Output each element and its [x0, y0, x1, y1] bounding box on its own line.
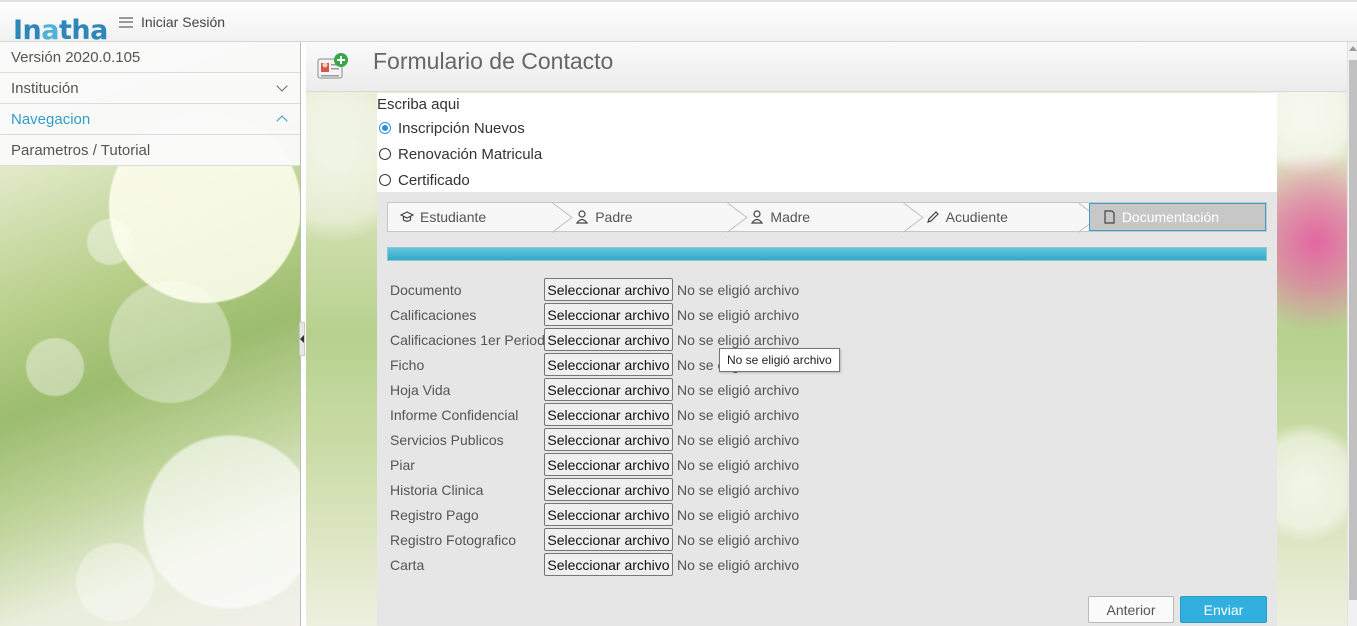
document-label: Servicios Publicos: [390, 431, 504, 448]
document-label: Historia Clinica: [390, 481, 484, 498]
select-file-button[interactable]: Seleccionar archivo: [544, 378, 673, 401]
file-status-text: No se eligió archivo: [677, 506, 800, 523]
select-file-button[interactable]: Seleccionar archivo: [544, 303, 673, 326]
file-status-text: No se eligió archivo: [677, 406, 800, 423]
file-status-text: No se eligió archivo: [677, 456, 800, 473]
file-status-text: No se eligió archivo: [677, 306, 800, 323]
sidebar-item-institucion[interactable]: Institución: [0, 73, 300, 104]
radio-label: Inscripción Nuevos: [398, 119, 525, 137]
document-upload-row: Registro Fotografico Seleccionar archivo N…: [390, 527, 799, 552]
wizard-step-label: Madre: [770, 209, 811, 225]
documents-form-panel: Estudiante Padre Madre Acudiente Documen…: [377, 192, 1277, 626]
sidebar-item-label: Versión 2020.0.105: [11, 48, 141, 66]
select-file-button[interactable]: Seleccionar archivo: [544, 403, 673, 426]
document-label: Ficho: [390, 356, 425, 373]
wizard-steps: Estudiante Padre Madre Acudiente Documen…: [387, 202, 1267, 232]
user-icon: [576, 210, 589, 224]
radio-option-inscripcion[interactable]: Inscripción Nuevos: [379, 115, 1277, 141]
select-file-button[interactable]: Seleccionar archivo: [544, 553, 673, 576]
chevron-down-icon: [276, 80, 288, 92]
document-icon: [1104, 210, 1115, 224]
select-file-button[interactable]: Seleccionar archivo: [544, 453, 673, 476]
select-file-button[interactable]: Seleccionar archivo: [544, 278, 673, 301]
file-status-text: No se eligió archivo: [677, 281, 800, 298]
document-upload-row: Carta Seleccionar archivo No se eligió arc…: [390, 552, 799, 577]
file-input-tooltip: No se eligió archivo: [719, 348, 840, 372]
radio-button[interactable]: [379, 122, 391, 134]
file-status-text: No se eligió archivo: [677, 381, 800, 398]
page-header: Formulario de Contacto: [306, 42, 1347, 92]
document-upload-row: Informe Confidencial Seleccionar archivo N…: [390, 402, 799, 427]
document-upload-row: Registro Pago Seleccionar archivo No se el…: [390, 502, 799, 527]
document-label: Calificaciones: [390, 306, 477, 323]
select-file-button[interactable]: Seleccionar archivo: [544, 353, 673, 376]
file-status-text: No se eligió archivo: [677, 556, 800, 573]
radio-button[interactable]: [379, 148, 391, 160]
select-file-button[interactable]: Seleccionar archivo: [544, 503, 673, 526]
add-contact-icon: [317, 53, 348, 79]
select-file-button[interactable]: Seleccionar archivo: [544, 478, 673, 501]
pencil-icon: [926, 211, 939, 223]
main-content: Formulario de Contacto Escriba aqui Insc…: [306, 42, 1347, 626]
wizard-step-padre[interactable]: Padre: [563, 203, 738, 231]
document-label: Carta: [390, 556, 425, 573]
send-button[interactable]: Enviar: [1180, 596, 1267, 623]
wizard-step-madre[interactable]: Madre: [738, 203, 913, 231]
file-status-text: No se eligió archivo: [677, 431, 800, 448]
document-upload-row: Calificaciones Seleccionar archivo No se e…: [390, 302, 799, 327]
document-label: Piar: [390, 456, 415, 473]
sidebar-item-navegacion[interactable]: Navegacion: [0, 104, 300, 135]
document-upload-row: Piar Seleccionar archivo No se eligió arch…: [390, 452, 799, 477]
sidebar-item-version: Versión 2020.0.105: [0, 42, 300, 73]
radio-button[interactable]: [379, 174, 391, 186]
wizard-step-acudiente[interactable]: Acudiente: [914, 203, 1089, 231]
page-title: Formulario de Contacto: [373, 48, 614, 74]
file-status-text: No se eligió archivo: [677, 531, 800, 548]
wizard-step-label: Documentación: [1121, 209, 1220, 225]
login-link[interactable]: Iniciar Sesión: [141, 14, 225, 30]
document-label: Hoja Vida: [390, 381, 451, 398]
document-label: Registro Fotografico: [390, 531, 517, 548]
wizard-step-estudiante[interactable]: Estudiante: [388, 203, 563, 231]
select-file-button[interactable]: Seleccionar archivo: [544, 428, 673, 451]
page-scrollbar[interactable]: [1347, 42, 1357, 626]
sidebar-collapse-handle[interactable]: [299, 322, 305, 356]
document-upload-row: Hoja Vida Seleccionar archivo No se eligió…: [390, 377, 799, 402]
sidebar: Versión 2020.0.105 Institución Navegacio…: [0, 42, 301, 626]
radio-label: Renovación Matricula: [398, 145, 543, 163]
wizard-step-label: Padre: [595, 209, 633, 225]
file-status-text: No se eligió archivo: [677, 331, 800, 348]
wizard-step-documentacion[interactable]: Documentación: [1088, 203, 1267, 231]
document-upload-row: Servicios Publicos Seleccionar archivo No …: [390, 427, 799, 452]
sidebar-item-label: Institución: [11, 79, 79, 97]
radio-group-prompt: Escriba aqui: [377, 96, 460, 113]
top-bar: Inatha Iniciar Sesión: [0, 0, 1357, 46]
document-upload-row: Documento Seleccionar archivo No se eligió…: [390, 277, 799, 302]
sidebar-item-label: Parametros / Tutorial: [11, 141, 151, 159]
menu-toggle[interactable]: Iniciar Sesión: [119, 14, 225, 30]
progress-bar: [387, 247, 1267, 261]
document-label: Documento: [390, 281, 462, 298]
wizard-step-label: Acudiente: [945, 209, 1008, 225]
file-status-text: No se eligió archivo: [677, 481, 800, 498]
hamburger-menu-icon[interactable]: [119, 16, 133, 28]
scrollbar-thumb[interactable]: [1349, 60, 1357, 600]
sidebar-item-label: Navegacion: [11, 110, 91, 128]
wizard-step-label: Estudiante: [420, 209, 487, 225]
radio-option-renovacion[interactable]: Renovación Matricula: [379, 141, 1277, 167]
document-label: Informe Confidencial: [390, 406, 519, 423]
select-file-button[interactable]: Seleccionar archivo: [544, 328, 673, 351]
document-upload-row: Historia Clinica Seleccionar archivo No se…: [390, 477, 799, 502]
radio-label: Certificado: [398, 171, 470, 189]
document-label: Calificaciones 1er Periodo: [390, 331, 553, 348]
enrollment-type-panel: Escriba aqui Inscripción Nuevos Renovaci…: [377, 93, 1277, 192]
radio-option-certificado[interactable]: Certificado: [379, 167, 1277, 193]
sidebar-item-parametros-tutorial[interactable]: Parametros / Tutorial: [0, 135, 300, 166]
select-file-button[interactable]: Seleccionar archivo: [544, 528, 673, 551]
user-icon: [751, 210, 764, 224]
document-label: Registro Pago: [390, 506, 479, 523]
previous-button[interactable]: Anterior: [1088, 596, 1174, 623]
chevron-up-icon: [276, 115, 288, 127]
graduation-cap-icon: [400, 211, 414, 222]
